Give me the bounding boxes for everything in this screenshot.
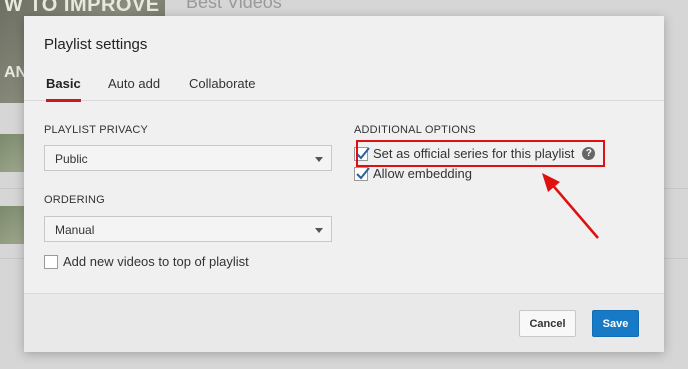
annotation-arrow-icon xyxy=(542,173,599,239)
